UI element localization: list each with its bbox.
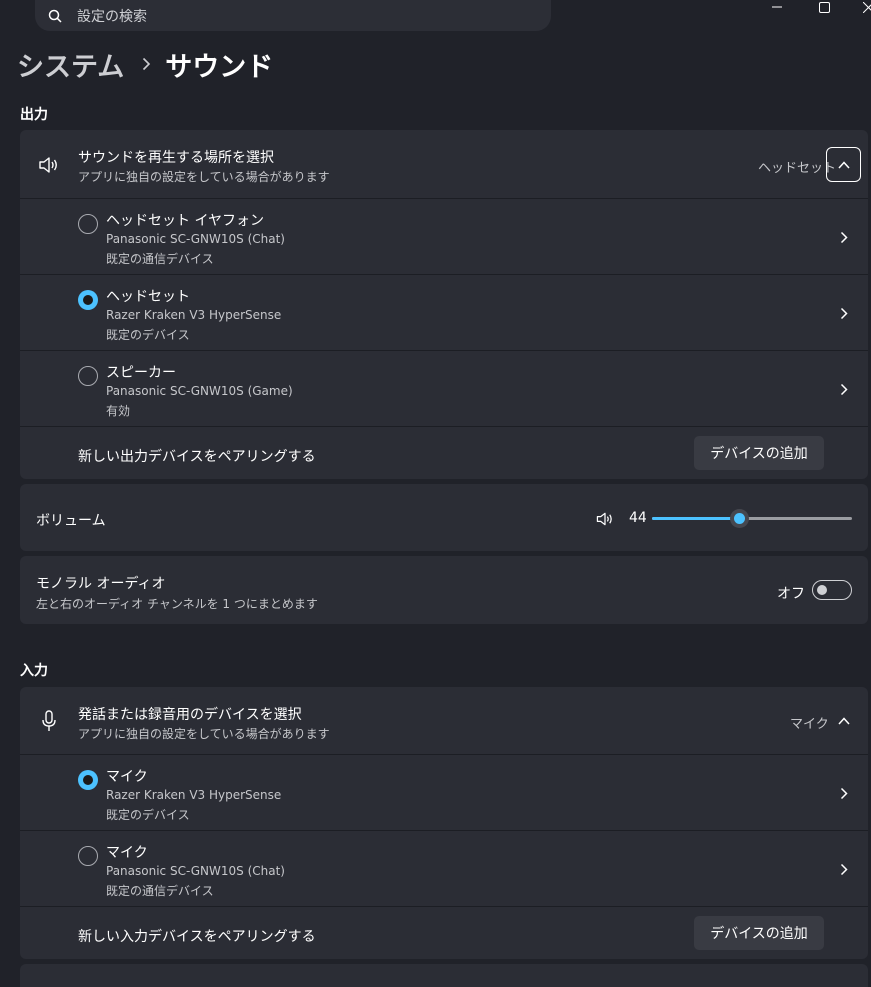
- output-device-status: 既定の通信デバイス: [106, 252, 214, 266]
- mono-audio-card: モノラル オーディオ 左と右のオーディオ チャンネルを 1 つにまとめます オフ: [20, 556, 868, 624]
- output-choose-title: サウンドを再生する場所を選択: [78, 150, 274, 166]
- input-device-radio[interactable]: [78, 846, 98, 866]
- output-selected-value: ヘッドセット: [758, 161, 837, 176]
- input-pair-label: 新しい入力デバイスをペアリングする: [78, 929, 316, 945]
- volume-slider[interactable]: [652, 509, 852, 528]
- output-device-item[interactable]: ヘッドセット Razer Kraken V3 HyperSense 既定のデバイ…: [20, 275, 868, 350]
- input-device-status: 既定の通信デバイス: [106, 884, 214, 898]
- input-selected-value: マイク: [790, 717, 829, 732]
- volume-card: ボリューム 44: [20, 484, 868, 551]
- speaker-icon: [38, 154, 60, 176]
- collapse-output-button[interactable]: [826, 147, 861, 182]
- volume-speaker-icon[interactable]: [596, 508, 614, 530]
- search-input[interactable]: 設定の検索: [77, 6, 147, 26]
- volume-slider-thumb[interactable]: [730, 509, 749, 528]
- input-device-name: マイク: [106, 845, 148, 861]
- output-device-name: ヘッドセット: [106, 289, 190, 305]
- breadcrumb: システム サウンド: [17, 44, 273, 84]
- input-device-model: Razer Kraken V3 HyperSense: [106, 788, 282, 802]
- add-input-device-button[interactable]: デバイスの追加: [694, 916, 824, 950]
- microphone-icon: [38, 710, 60, 732]
- output-device-item[interactable]: スピーカー Panasonic SC-GNW10S (Game) 有効: [20, 351, 868, 426]
- settings-window: 設定の検索 システム サウンド 出力 サウンドを再生する場所を選択 アプリに独自…: [0, 0, 871, 987]
- output-device-item[interactable]: ヘッドセット イヤフォン Panasonic SC-GNW10S (Chat) …: [20, 199, 868, 274]
- output-device-header[interactable]: サウンドを再生する場所を選択 アプリに独自の設定をしている場合があります ヘッド…: [20, 130, 868, 198]
- chevron-right-icon[interactable]: [838, 862, 850, 876]
- close-button[interactable]: [848, 0, 871, 14]
- output-pair-row: 新しい出力デバイスをペアリングする デバイスの追加: [20, 427, 868, 479]
- maximize-button[interactable]: [804, 0, 844, 14]
- input-pair-row: 新しい入力デバイスをペアリングする デバイスの追加: [20, 907, 868, 959]
- input-device-name: マイク: [106, 769, 148, 785]
- output-device-status: 有効: [106, 404, 131, 418]
- input-device-card: 発話または録音用のデバイスを選択 アプリに独自の設定をしている場合があります マ…: [20, 687, 868, 959]
- next-settings-card: [20, 964, 868, 987]
- section-label-output: 出力: [20, 107, 48, 123]
- output-device-status: 既定のデバイス: [106, 328, 190, 342]
- volume-value: 44: [629, 510, 647, 526]
- input-device-model: Panasonic SC-GNW10S (Chat): [106, 864, 285, 878]
- chevron-right-icon[interactable]: [838, 306, 850, 320]
- mono-audio-toggle[interactable]: [812, 580, 852, 600]
- input-device-item[interactable]: マイク Panasonic SC-GNW10S (Chat) 既定の通信デバイス: [20, 831, 868, 906]
- output-device-model: Panasonic SC-GNW10S (Chat): [106, 232, 285, 246]
- section-label-input: 入力: [20, 663, 48, 679]
- output-pair-label: 新しい出力デバイスをペアリングする: [78, 449, 316, 465]
- toggle-knob: [817, 584, 827, 595]
- output-device-radio-selected[interactable]: [78, 290, 98, 310]
- output-device-model: Razer Kraken V3 HyperSense: [106, 308, 282, 322]
- search-box[interactable]: 設定の検索: [35, 0, 551, 31]
- input-choose-title: 発話または録音用のデバイスを選択: [78, 707, 302, 723]
- output-device-radio[interactable]: [78, 366, 98, 386]
- output-device-radio[interactable]: [78, 214, 98, 234]
- input-device-radio-selected[interactable]: [78, 770, 98, 790]
- mono-audio-title: モノラル オーディオ: [36, 576, 166, 592]
- input-device-status: 既定のデバイス: [106, 808, 190, 822]
- volume-label: ボリューム: [36, 513, 106, 529]
- add-output-device-button[interactable]: デバイスの追加: [694, 436, 824, 470]
- output-device-name: ヘッドセット イヤフォン: [106, 213, 265, 229]
- volume-slider-fill: [652, 517, 740, 520]
- output-choose-subtitle: アプリに独自の設定をしている場合があります: [78, 170, 330, 184]
- page-title: サウンド: [165, 51, 274, 83]
- mono-audio-state: オフ: [777, 586, 805, 602]
- chevron-right-icon: [142, 57, 151, 71]
- output-device-name: スピーカー: [106, 365, 176, 381]
- search-icon: [47, 8, 63, 24]
- chevron-right-icon[interactable]: [838, 382, 850, 396]
- mono-audio-subtitle: 左と右のオーディオ チャンネルを 1 つにまとめます: [36, 597, 318, 611]
- input-choose-subtitle: アプリに独自の設定をしている場合があります: [78, 727, 330, 741]
- output-device-card: サウンドを再生する場所を選択 アプリに独自の設定をしている場合があります ヘッド…: [20, 130, 868, 479]
- chevron-right-icon[interactable]: [838, 786, 850, 800]
- output-device-model: Panasonic SC-GNW10S (Game): [106, 384, 293, 398]
- minimize-button[interactable]: [757, 0, 797, 14]
- input-device-header[interactable]: 発話または録音用のデバイスを選択 アプリに独自の設定をしている場合があります マ…: [20, 687, 868, 754]
- breadcrumb-parent-link[interactable]: システム: [17, 45, 124, 84]
- chevron-up-icon[interactable]: [834, 711, 854, 731]
- input-device-item[interactable]: マイク Razer Kraken V3 HyperSense 既定のデバイス: [20, 755, 868, 830]
- chevron-right-icon[interactable]: [838, 230, 850, 244]
